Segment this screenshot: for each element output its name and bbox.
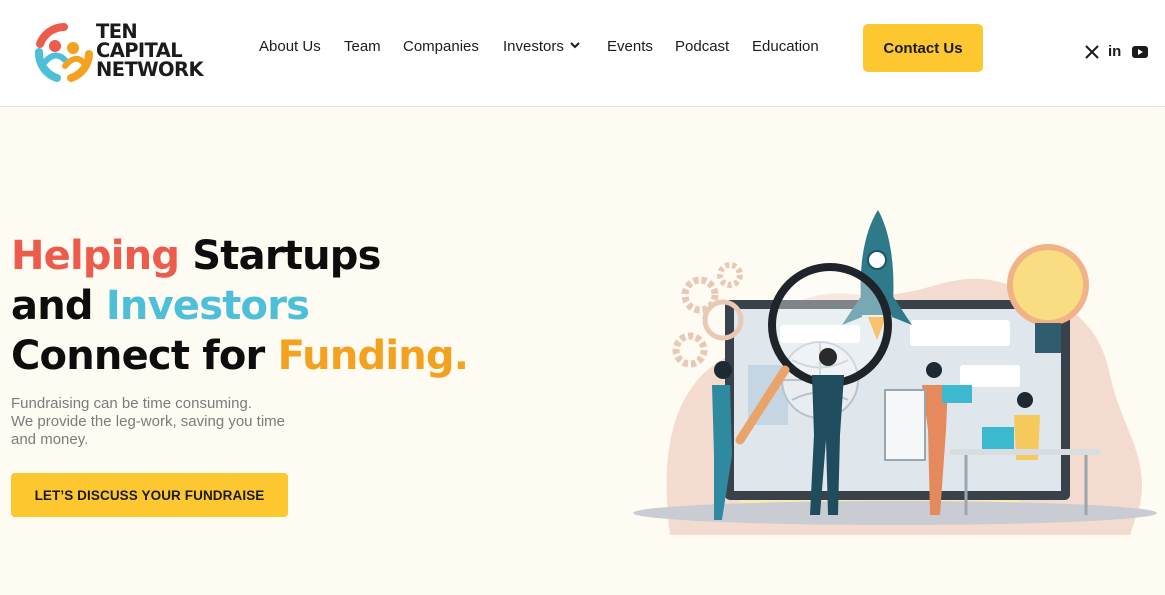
discuss-fundraise-button[interactable]: LET’S DISCUSS YOUR FUNDRAISE xyxy=(11,473,288,517)
hero-heading: Helping Startups and Investors Connect f… xyxy=(11,231,469,381)
hero-subtitle-line: and money. xyxy=(11,431,89,448)
nav-about-us[interactable]: About Us xyxy=(259,38,321,55)
nav-companies[interactable]: Companies xyxy=(403,38,479,55)
hero-highlight-funding: Funding. xyxy=(277,333,469,379)
x-icon[interactable] xyxy=(1085,44,1099,60)
hero-text: Startups xyxy=(179,233,381,279)
hero-heading-line-1: Helping Startups xyxy=(11,231,468,281)
linkedin-icon[interactable]: in xyxy=(1108,44,1121,60)
hero-text: Connect for xyxy=(11,333,278,379)
contact-us-button[interactable]: Contact Us xyxy=(863,24,983,72)
hero-subtitle-line: Fundraising can be time consuming. xyxy=(11,395,252,412)
nav-investors-label: Investors xyxy=(503,38,564,55)
youtube-icon[interactable] xyxy=(1132,44,1148,60)
hero-highlight-helping: Helping xyxy=(11,233,180,279)
hero-illustration xyxy=(633,210,1157,535)
logo-line: NETWORK xyxy=(96,58,204,81)
hero-subtitle: Fundraising can be time consuming. We pr… xyxy=(11,395,331,449)
logo-mark-icon xyxy=(35,23,93,82)
hero-highlight-investors: Investors xyxy=(105,283,310,329)
nav-podcast[interactable]: Podcast xyxy=(675,38,729,55)
nav-education[interactable]: Education xyxy=(752,38,819,55)
nav-events[interactable]: Events xyxy=(607,38,653,55)
nav-team[interactable]: Team xyxy=(344,38,381,55)
hero-heading-line-3: Connect for Funding. xyxy=(11,331,469,381)
logo-text: TEN CAPITAL NETWORK xyxy=(96,22,204,81)
hero-heading-line-2: and Investors xyxy=(11,281,468,331)
hero-subtitle-line: We provide the leg-work, saving you time xyxy=(11,413,286,430)
site-header: TEN CAPITAL NETWORK About Us Team Compan… xyxy=(0,0,1165,107)
hero-text: and xyxy=(11,283,106,329)
logo[interactable]: TEN CAPITAL NETWORK xyxy=(33,22,223,84)
chevron-down-icon xyxy=(570,42,580,49)
nav-investors[interactable]: Investors xyxy=(503,38,580,55)
